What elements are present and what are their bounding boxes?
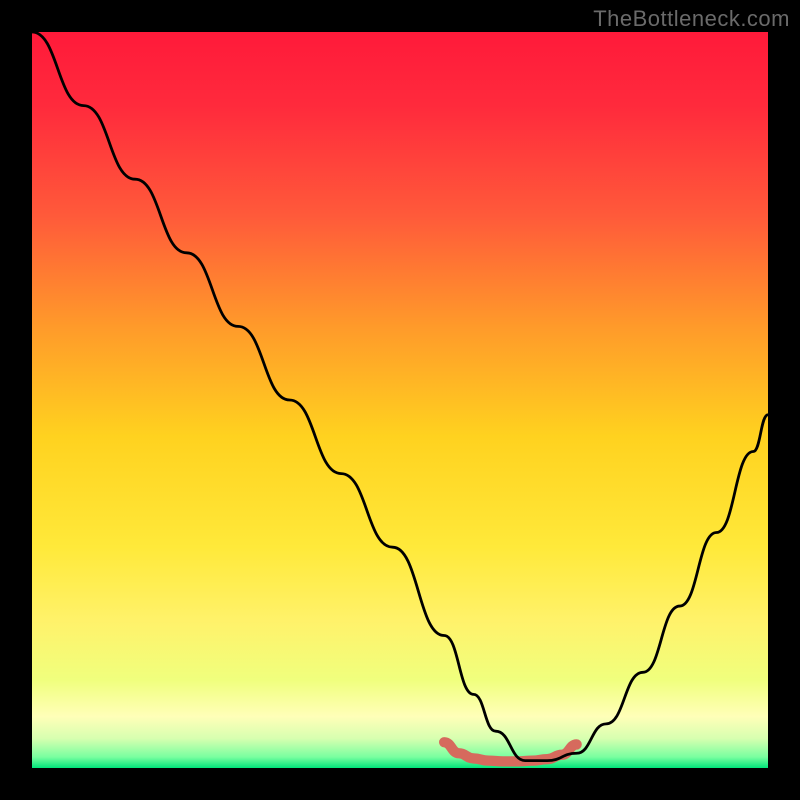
chart-frame: TheBottleneck.com	[0, 0, 800, 800]
chart-svg	[32, 32, 768, 768]
watermark-text: TheBottleneck.com	[593, 6, 790, 32]
bottleneck-curve	[32, 32, 768, 761]
plot-area	[32, 32, 768, 768]
